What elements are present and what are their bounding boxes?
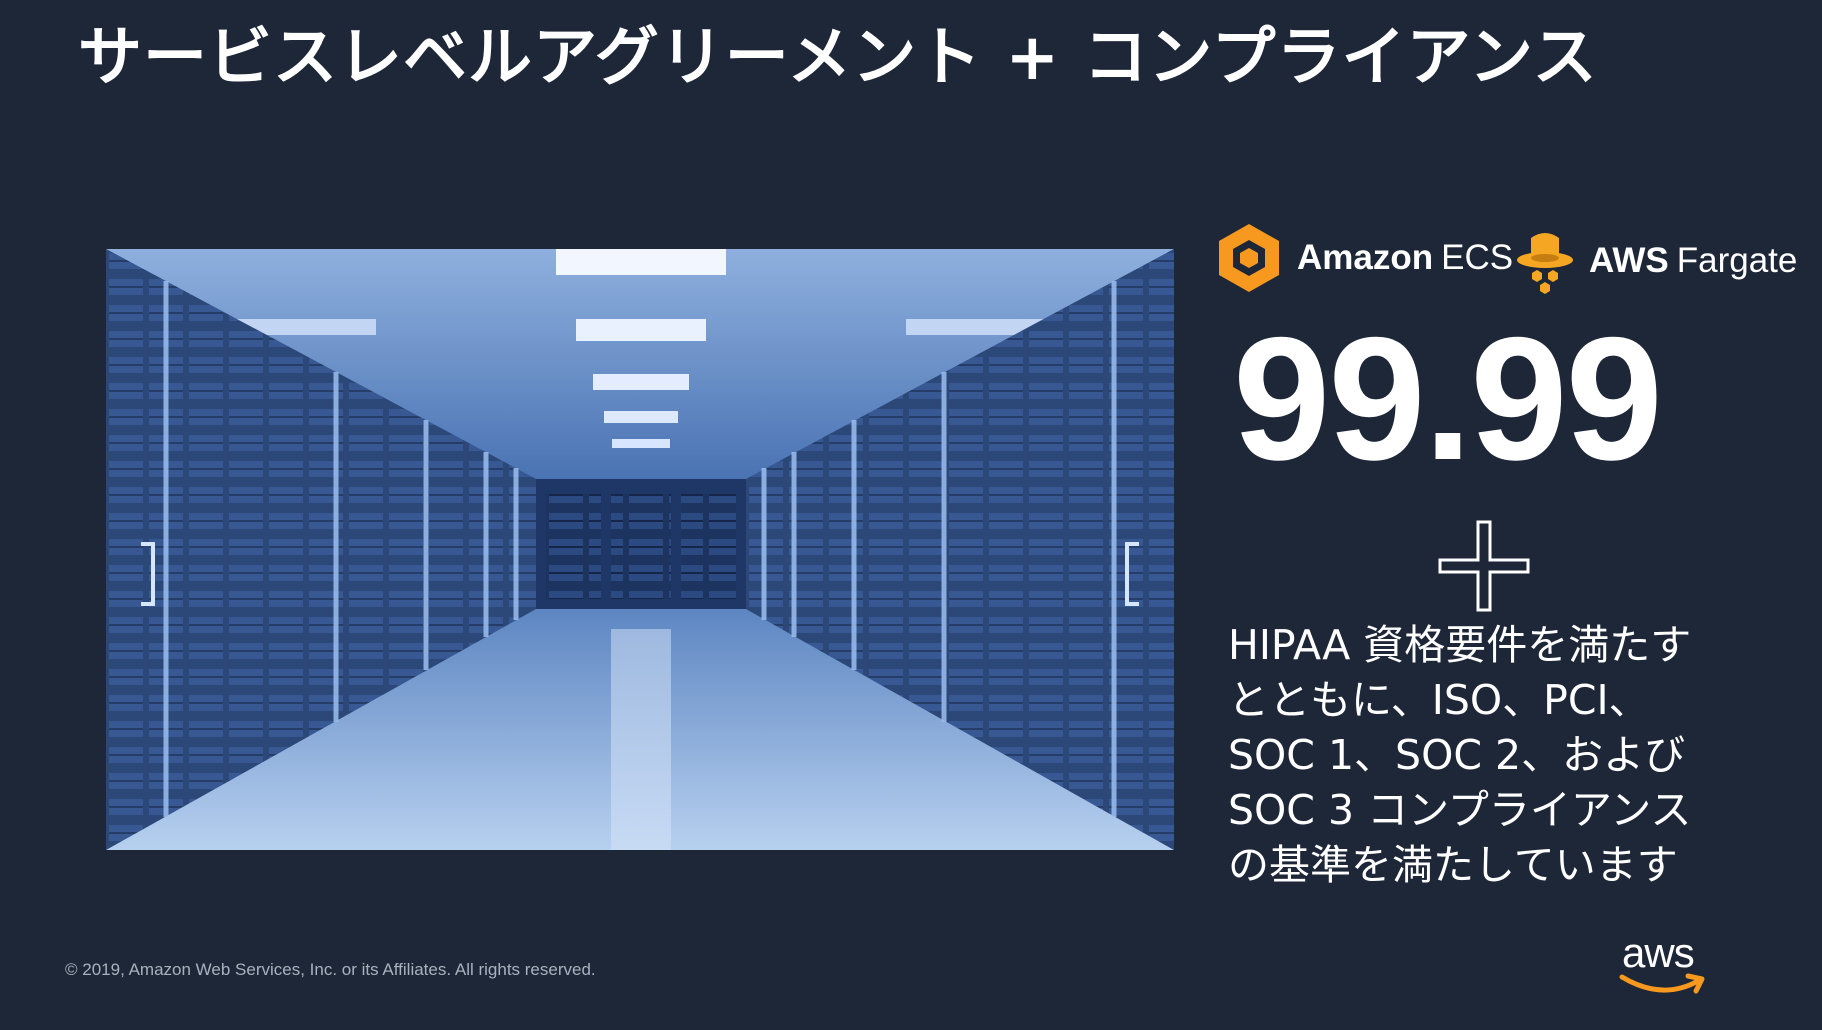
compliance-line: とともに、ISO、PCI、 bbox=[1228, 676, 1650, 724]
aws-fargate-badge: AWS Fargate bbox=[1515, 226, 1797, 296]
aws-fargate-label-light: Fargate bbox=[1676, 241, 1798, 280]
compliance-line: SOC 1、SOC 2、および bbox=[1228, 731, 1686, 779]
compliance-line: HIPAA 資格要件を満たす bbox=[1228, 621, 1692, 669]
plus-icon bbox=[1438, 520, 1530, 612]
compliance-text: HIPAA 資格要件を満たす とともに、ISO、PCI、 SOC 1、SOC 2… bbox=[1228, 618, 1798, 893]
amazon-ecs-label-strong: Amazon bbox=[1297, 238, 1434, 277]
compliance-line: SOC 3 コンプライアンス bbox=[1228, 786, 1692, 834]
compliance-line: の基準を満たしています bbox=[1228, 841, 1678, 889]
amazon-ecs-label-light: ECS bbox=[1441, 238, 1514, 277]
copyright-notice: © 2019, Amazon Web Services, Inc. or its… bbox=[65, 960, 596, 979]
aws-logo: aws bbox=[1618, 929, 1710, 1001]
amazon-ecs-badge: Amazon ECS bbox=[1215, 222, 1513, 294]
amazon-ecs-icon bbox=[1219, 224, 1279, 292]
server-room-photo bbox=[106, 249, 1174, 850]
slide: サービスレベルアグリーメント + コンプライアンス Amazon ECS AWS… bbox=[0, 0, 1822, 1030]
slide-title: サービスレベルアグリーメント + コンプライアンス bbox=[78, 21, 1598, 95]
aws-fargate-icon bbox=[1517, 233, 1573, 294]
aws-smile-icon bbox=[1619, 973, 1705, 994]
aws-fargate-label-strong: AWS bbox=[1589, 241, 1669, 280]
sla-percentage: 99.99 bbox=[1233, 302, 1663, 497]
aws-logo-text: aws bbox=[1622, 929, 1695, 976]
